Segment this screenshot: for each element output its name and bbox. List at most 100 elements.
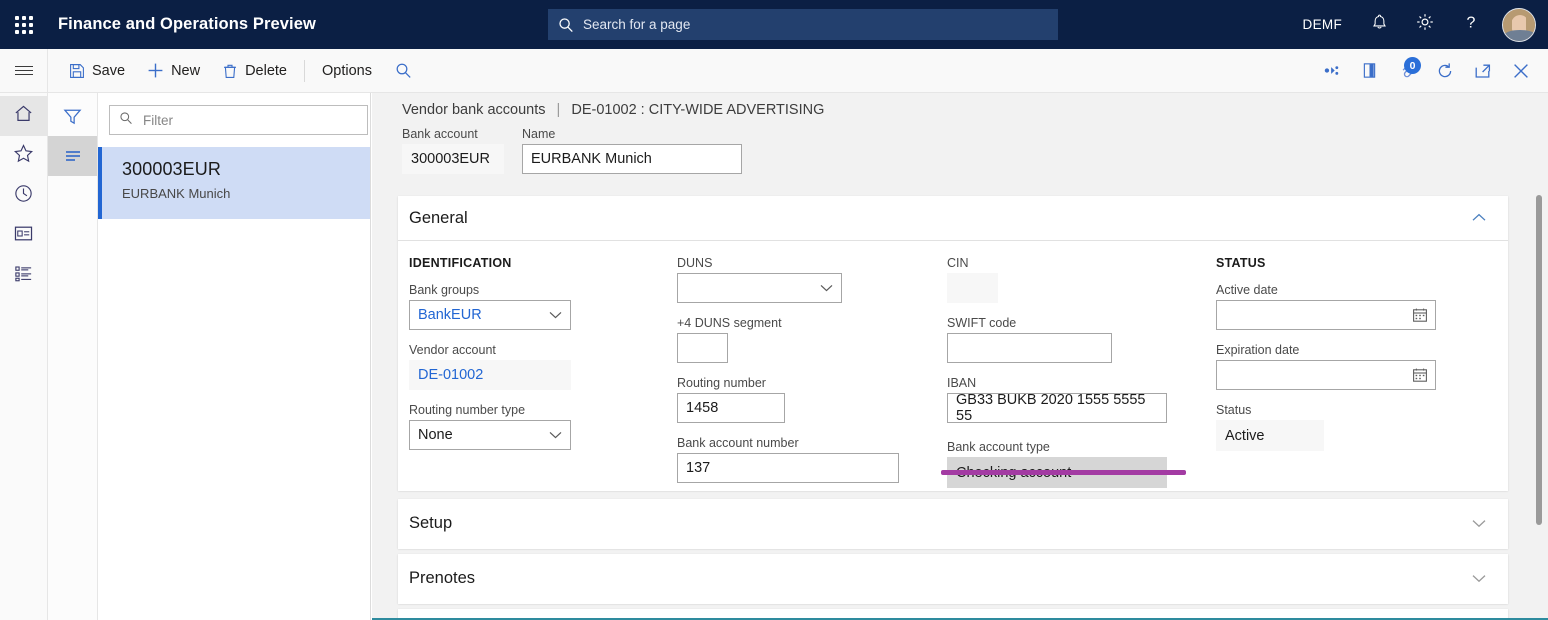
duns-combo[interactable] [677, 273, 842, 303]
modules-list-icon [13, 263, 34, 289]
iban-input[interactable]: GB33 BUKB 2020 1555 5555 55 [947, 393, 1167, 423]
sidebar-item-home[interactable] [0, 96, 47, 136]
app-root: Finance and Operations Preview DEMF [0, 0, 1548, 620]
company-selector[interactable]: DEMF [1289, 0, 1356, 49]
chevron-up-icon[interactable] [1472, 209, 1486, 227]
identification-column: Identification Bank groups BankEUR [409, 256, 639, 463]
filter-funnel-icon[interactable] [48, 96, 97, 136]
duns-column: DUNS +4 DUNS segment [677, 256, 907, 496]
expiration-date-label: Expiration date [1216, 343, 1456, 357]
global-search-input[interactable] [583, 17, 1048, 32]
trash-icon [222, 63, 238, 79]
bank-account-number-label: Bank account number [677, 436, 907, 450]
bank-account-field-group: Bank account 300003EUR [402, 127, 504, 174]
expiration-date-input[interactable] [1216, 360, 1436, 390]
question-mark-icon: ? [1461, 12, 1481, 37]
chevron-down-icon[interactable] [1472, 570, 1486, 588]
cin-label: CIN [947, 256, 1187, 270]
breadcrumb-page[interactable]: Vendor bank accounts [402, 102, 546, 118]
breadcrumb: Vendor bank accounts | DE-01002 : CITY-W… [402, 102, 824, 118]
general-section-title: General [409, 209, 468, 228]
bank-account-value[interactable]: 300003EUR [402, 144, 504, 174]
chevron-down-icon[interactable] [549, 311, 562, 319]
routing-number-type-combo[interactable]: None [409, 420, 571, 450]
save-button[interactable]: Save [58, 49, 136, 92]
sidebar-item-modules[interactable] [0, 256, 47, 296]
breadcrumb-separator: | [557, 102, 561, 118]
status-value[interactable]: Active [1216, 420, 1324, 451]
breadcrumb-record: DE-01002 : CITY-WIDE ADVERTISING [571, 102, 824, 118]
chevron-down-icon[interactable] [820, 284, 833, 292]
duns-label: DUNS [677, 256, 907, 270]
duns-segment-input[interactable] [677, 333, 728, 363]
list-item[interactable]: 300003EUR EURBANK Munich [98, 147, 370, 219]
routing-number-input[interactable]: 1458 [677, 393, 785, 423]
list-view-icon[interactable] [48, 136, 97, 176]
top-navigation-bar: Finance and Operations Preview DEMF [0, 0, 1548, 49]
app-title: Finance and Operations Preview [58, 15, 316, 34]
open-in-new-window-icon[interactable] [1464, 49, 1502, 92]
routing-number-type-label: Routing number type [409, 403, 639, 417]
search-icon [558, 17, 574, 33]
vendor-account-value[interactable]: DE-01002 [409, 360, 571, 390]
iban-label: IBAN [947, 376, 1187, 390]
help-button[interactable]: ? [1448, 0, 1494, 49]
chevron-down-icon[interactable] [549, 431, 562, 439]
command-bar-divider [304, 60, 305, 82]
status-label: Status [1216, 403, 1456, 417]
waffle-menu-button[interactable] [0, 0, 48, 49]
bank-account-number-input[interactable]: 137 [677, 453, 899, 483]
sidebar-item-favorites[interactable] [0, 136, 47, 176]
setup-section-title: Setup [409, 514, 452, 533]
settings-button[interactable] [1402, 0, 1448, 49]
top-bar-actions: DEMF ? [1289, 0, 1548, 49]
waffle-grid-icon [15, 16, 33, 34]
new-button[interactable]: New [136, 49, 211, 92]
swift-code-input[interactable] [947, 333, 1112, 363]
sidebar-item-workspaces[interactable] [0, 216, 47, 256]
records-list-panel: 300003EUR EURBANK Munich [98, 93, 371, 620]
options-button[interactable]: Options [311, 49, 383, 92]
active-date-input[interactable] [1216, 300, 1436, 330]
close-icon[interactable] [1502, 49, 1540, 92]
calendar-icon[interactable] [1412, 367, 1428, 383]
chevron-down-icon[interactable] [1472, 515, 1486, 533]
sidebar-item-recent[interactable] [0, 176, 47, 216]
general-section-header[interactable]: General [398, 196, 1508, 240]
duns-segment-label: +4 DUNS segment [677, 316, 907, 330]
name-input[interactable]: EURBANK Munich [522, 144, 742, 174]
page-search-button[interactable] [383, 49, 424, 92]
attachments-icon[interactable]: 0 [1388, 49, 1426, 92]
content-scrollbar[interactable] [1531, 93, 1548, 620]
routing-number-type-value: None [418, 427, 453, 443]
iban-column: CIN SWIFT code IBAN GB33 BUKB 2020 1555 … [947, 256, 1187, 501]
list-item-title: 300003EUR [122, 159, 370, 180]
plus-icon [147, 62, 164, 79]
cin-value[interactable] [947, 273, 998, 303]
prenotes-section-card[interactable]: Prenotes [398, 554, 1508, 604]
content-scrollbar-thumb[interactable] [1536, 195, 1542, 525]
user-avatar[interactable] [1502, 8, 1536, 42]
new-button-label: New [171, 63, 200, 79]
command-bar-right-actions: 0 [1312, 49, 1540, 92]
svg-text:?: ? [1467, 15, 1476, 32]
navigation-menu-button[interactable] [0, 49, 48, 92]
global-search-box[interactable] [548, 9, 1058, 40]
name-field-group: Name EURBANK Munich [522, 127, 742, 174]
setup-section-header[interactable]: Setup [398, 499, 1508, 548]
calendar-icon[interactable] [1412, 307, 1428, 323]
refresh-icon[interactable] [1426, 49, 1464, 92]
delete-button-label: Delete [245, 63, 287, 79]
filter-box[interactable] [109, 105, 368, 135]
prenotes-section-header[interactable]: Prenotes [398, 554, 1508, 603]
main-content-area: Vendor bank accounts | DE-01002 : CITY-W… [372, 93, 1548, 620]
header-fields: Bank account 300003EUR Name EURBANK Muni… [402, 127, 742, 174]
command-bar: Save New Delete Options [0, 49, 1548, 93]
setup-section-card[interactable]: Setup [398, 499, 1508, 549]
bank-groups-combo[interactable]: BankEUR [409, 300, 571, 330]
related-information-icon[interactable] [1312, 49, 1350, 92]
notifications-button[interactable] [1356, 0, 1402, 49]
office-app-icon[interactable] [1350, 49, 1388, 92]
delete-button[interactable]: Delete [211, 49, 298, 92]
filter-input[interactable] [141, 112, 358, 129]
